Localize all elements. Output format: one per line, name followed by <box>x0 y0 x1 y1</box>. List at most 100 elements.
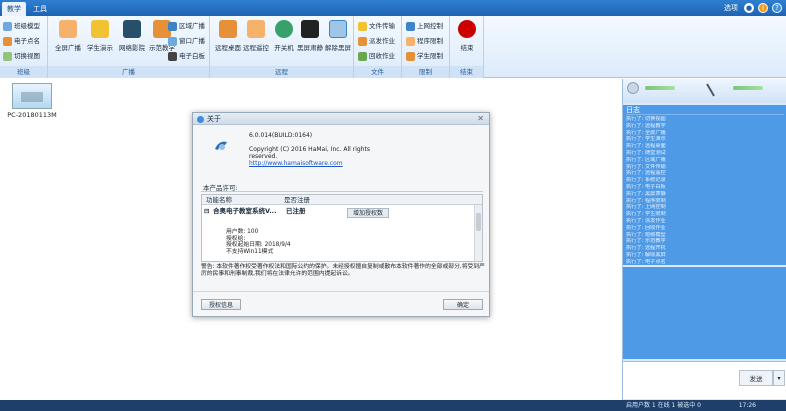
switch-view-button[interactable]: 切换视图 <box>3 50 40 62</box>
log-line: 执行了: 学生限制 <box>626 211 666 218</box>
log-line: 执行了: 黑屏肃静 <box>626 190 666 197</box>
computer-screen-thumbnail[interactable] <box>12 83 52 109</box>
web-control-button[interactable]: 上网控制 <box>406 20 443 32</box>
group-end: 结束 结束 <box>450 16 484 78</box>
window-broadcast-button[interactable]: 窗口广播 <box>168 35 205 47</box>
license-row[interactable]: ⊟ 合奥电子教室系统V... 已注册 <box>204 207 472 216</box>
unblack-screen-button[interactable]: 解除黑屏 <box>322 20 354 64</box>
program-icon <box>406 36 415 46</box>
log-line: 执行了: 远程遥控 <box>626 170 666 177</box>
send-options-icon[interactable]: ▾ <box>773 370 785 386</box>
log-line: 执行了: 系统记录 <box>626 177 666 184</box>
dialog-title-bar: 关于 ✕ <box>193 113 489 125</box>
roll-call-button[interactable]: 电子点名 <box>3 35 40 47</box>
group-label-limit: 限制 <box>402 66 449 78</box>
license-table: 功能名称 是否注册 ⊟ 合奥电子教室系统V... 已注册 增加授权数 用户数: … <box>201 194 483 262</box>
microphone-icon[interactable] <box>706 79 722 97</box>
copyright-text: Copyright (C) 2016 HaMai, Inc. All right… <box>249 146 370 160</box>
area-broadcast-button[interactable]: 区域广播 <box>168 20 205 32</box>
ok-button[interactable]: 确定 <box>443 299 483 310</box>
class-model-button[interactable]: 班级模型 <box>3 20 40 32</box>
license-start-date: 授权起始日期: 2018/9/4 <box>226 242 291 248</box>
tab-teaching[interactable]: 教学 <box>2 2 26 16</box>
collect-icon <box>358 51 367 61</box>
file-transfer-button[interactable]: 文件传输 <box>358 20 395 32</box>
divider <box>201 191 483 192</box>
close-icon[interactable]: ✕ <box>477 113 484 125</box>
send-button[interactable]: 发送 <box>739 370 773 386</box>
expander-icon[interactable]: ⊟ <box>204 207 209 216</box>
license-product-name: 合奥电子教室系统V... <box>213 207 277 215</box>
log-line: 执行了: 班级模型 <box>626 231 666 238</box>
computer-name: PC-20180113M <box>7 111 57 119</box>
area-icon <box>168 21 177 31</box>
group-label-broadcast: 广播 <box>48 66 209 78</box>
desktop-icon <box>219 20 237 38</box>
student-limit-button[interactable]: 学生限制 <box>406 50 443 62</box>
log-lines: 执行了: 切换视图 执行了: 远程教学 执行了: 全屏广播 执行了: 学生演示 执行了:… <box>626 116 784 272</box>
log-line: 执行了: 电子点名 <box>626 258 666 265</box>
view-icon <box>3 51 12 61</box>
license-scrollbar[interactable] <box>474 205 482 261</box>
log-title: 日志 <box>626 106 784 115</box>
student-computer[interactable]: PC-20180113M <box>6 83 58 119</box>
website-link[interactable]: http://www.hamaisoftware.com <box>249 160 399 167</box>
power-icon <box>275 20 293 38</box>
license-status: 已注册 <box>286 207 306 215</box>
log-line: 执行了: 随堂测试 <box>626 149 666 156</box>
log-line: 执行了: 切换视图 <box>626 116 666 122</box>
whiteboard-icon <box>168 51 177 61</box>
top-right-controls: 选项 ● i ? <box>724 2 782 14</box>
license-info-button[interactable]: 授权信息 <box>201 299 241 310</box>
collect-homework-button[interactable]: 回收作业 <box>358 50 395 62</box>
win11-support: 不支持Win11模式 <box>226 248 274 255</box>
record-icon[interactable]: ● <box>744 3 754 13</box>
log-line: 执行了: 远程开机 <box>626 245 666 252</box>
volume-controls <box>623 79 786 103</box>
group-limit: 上网控制 程序限制 学生限制 限制 <box>402 16 450 78</box>
status-time: 17:26 <box>738 402 756 409</box>
help-icon[interactable]: ? <box>772 3 782 13</box>
options-menu[interactable]: 选项 <box>724 3 738 13</box>
broadcast-icon <box>59 20 77 38</box>
dialog-button-bar: 授权信息 确定 <box>193 291 489 317</box>
blackscreen-icon <box>301 20 319 38</box>
add-license-button[interactable]: 增加授权数 <box>347 208 389 218</box>
log-line: 执行了: 电子白板 <box>626 183 666 190</box>
tab-tools[interactable]: 工具 <box>28 2 52 16</box>
end-button[interactable]: 结束 <box>451 20 483 64</box>
version-text: 6.0.014(BUILD:0164) <box>249 132 313 139</box>
group-label-file: 文件 <box>354 66 401 78</box>
app-icon <box>197 116 204 123</box>
assign-homework-button[interactable]: 派发作业 <box>358 35 395 47</box>
status-counts: 启用户数 1 在线 1 被选中 0 <box>626 402 701 409</box>
rollcall-icon <box>3 36 12 46</box>
log-line: 执行了: 区域广播 <box>626 156 666 163</box>
speaker-icon[interactable] <box>627 82 639 94</box>
group-file: 文件传输 派发作业 回收作业 文件 <box>354 16 402 78</box>
speaker-volume-slider[interactable] <box>645 86 675 90</box>
status-bar: 启用户数 1 在线 1 被选中 0 17:26 <box>0 400 786 411</box>
monitor-icon <box>329 20 347 38</box>
log-line: 执行了: 示范教学 <box>626 238 666 245</box>
group-label-class: 班级 <box>0 66 47 78</box>
log-line: 执行了: 解除黑屏 <box>626 251 666 258</box>
product-logo-icon <box>215 141 227 150</box>
log-line: 执行了: 上网控制 <box>626 204 666 211</box>
demo-icon <box>91 20 109 38</box>
cinema-icon <box>123 20 141 38</box>
assign-icon <box>358 36 367 46</box>
program-limit-button[interactable]: 程序限制 <box>406 35 443 47</box>
log-line: 执行了: 学生演示 <box>626 136 666 143</box>
info-icon[interactable]: i <box>758 3 768 13</box>
chat-messages <box>623 267 786 359</box>
microphone-volume-slider[interactable] <box>733 86 763 90</box>
license-details: 用户数: 100 授权给: 授权起始日期: 2018/9/4 不支持Win11模… <box>226 229 291 255</box>
whiteboard-button[interactable]: 电子白板 <box>168 50 205 62</box>
group-remote: 远程桌面 远程遥控 开关机 黑屏肃静 解除黑屏 远程 <box>210 16 354 78</box>
chat-input[interactable]: 发送 ▾ <box>623 361 786 399</box>
scrollbar-thumb[interactable] <box>476 213 481 231</box>
copyright-warning: 警告: 本软件著作权受著作权法和国际公约的保护。未经授权擅自复制或散布本软件著作… <box>201 264 485 277</box>
control-icon <box>247 20 265 38</box>
log-line: 执行了: 远程桌面 <box>626 143 666 150</box>
